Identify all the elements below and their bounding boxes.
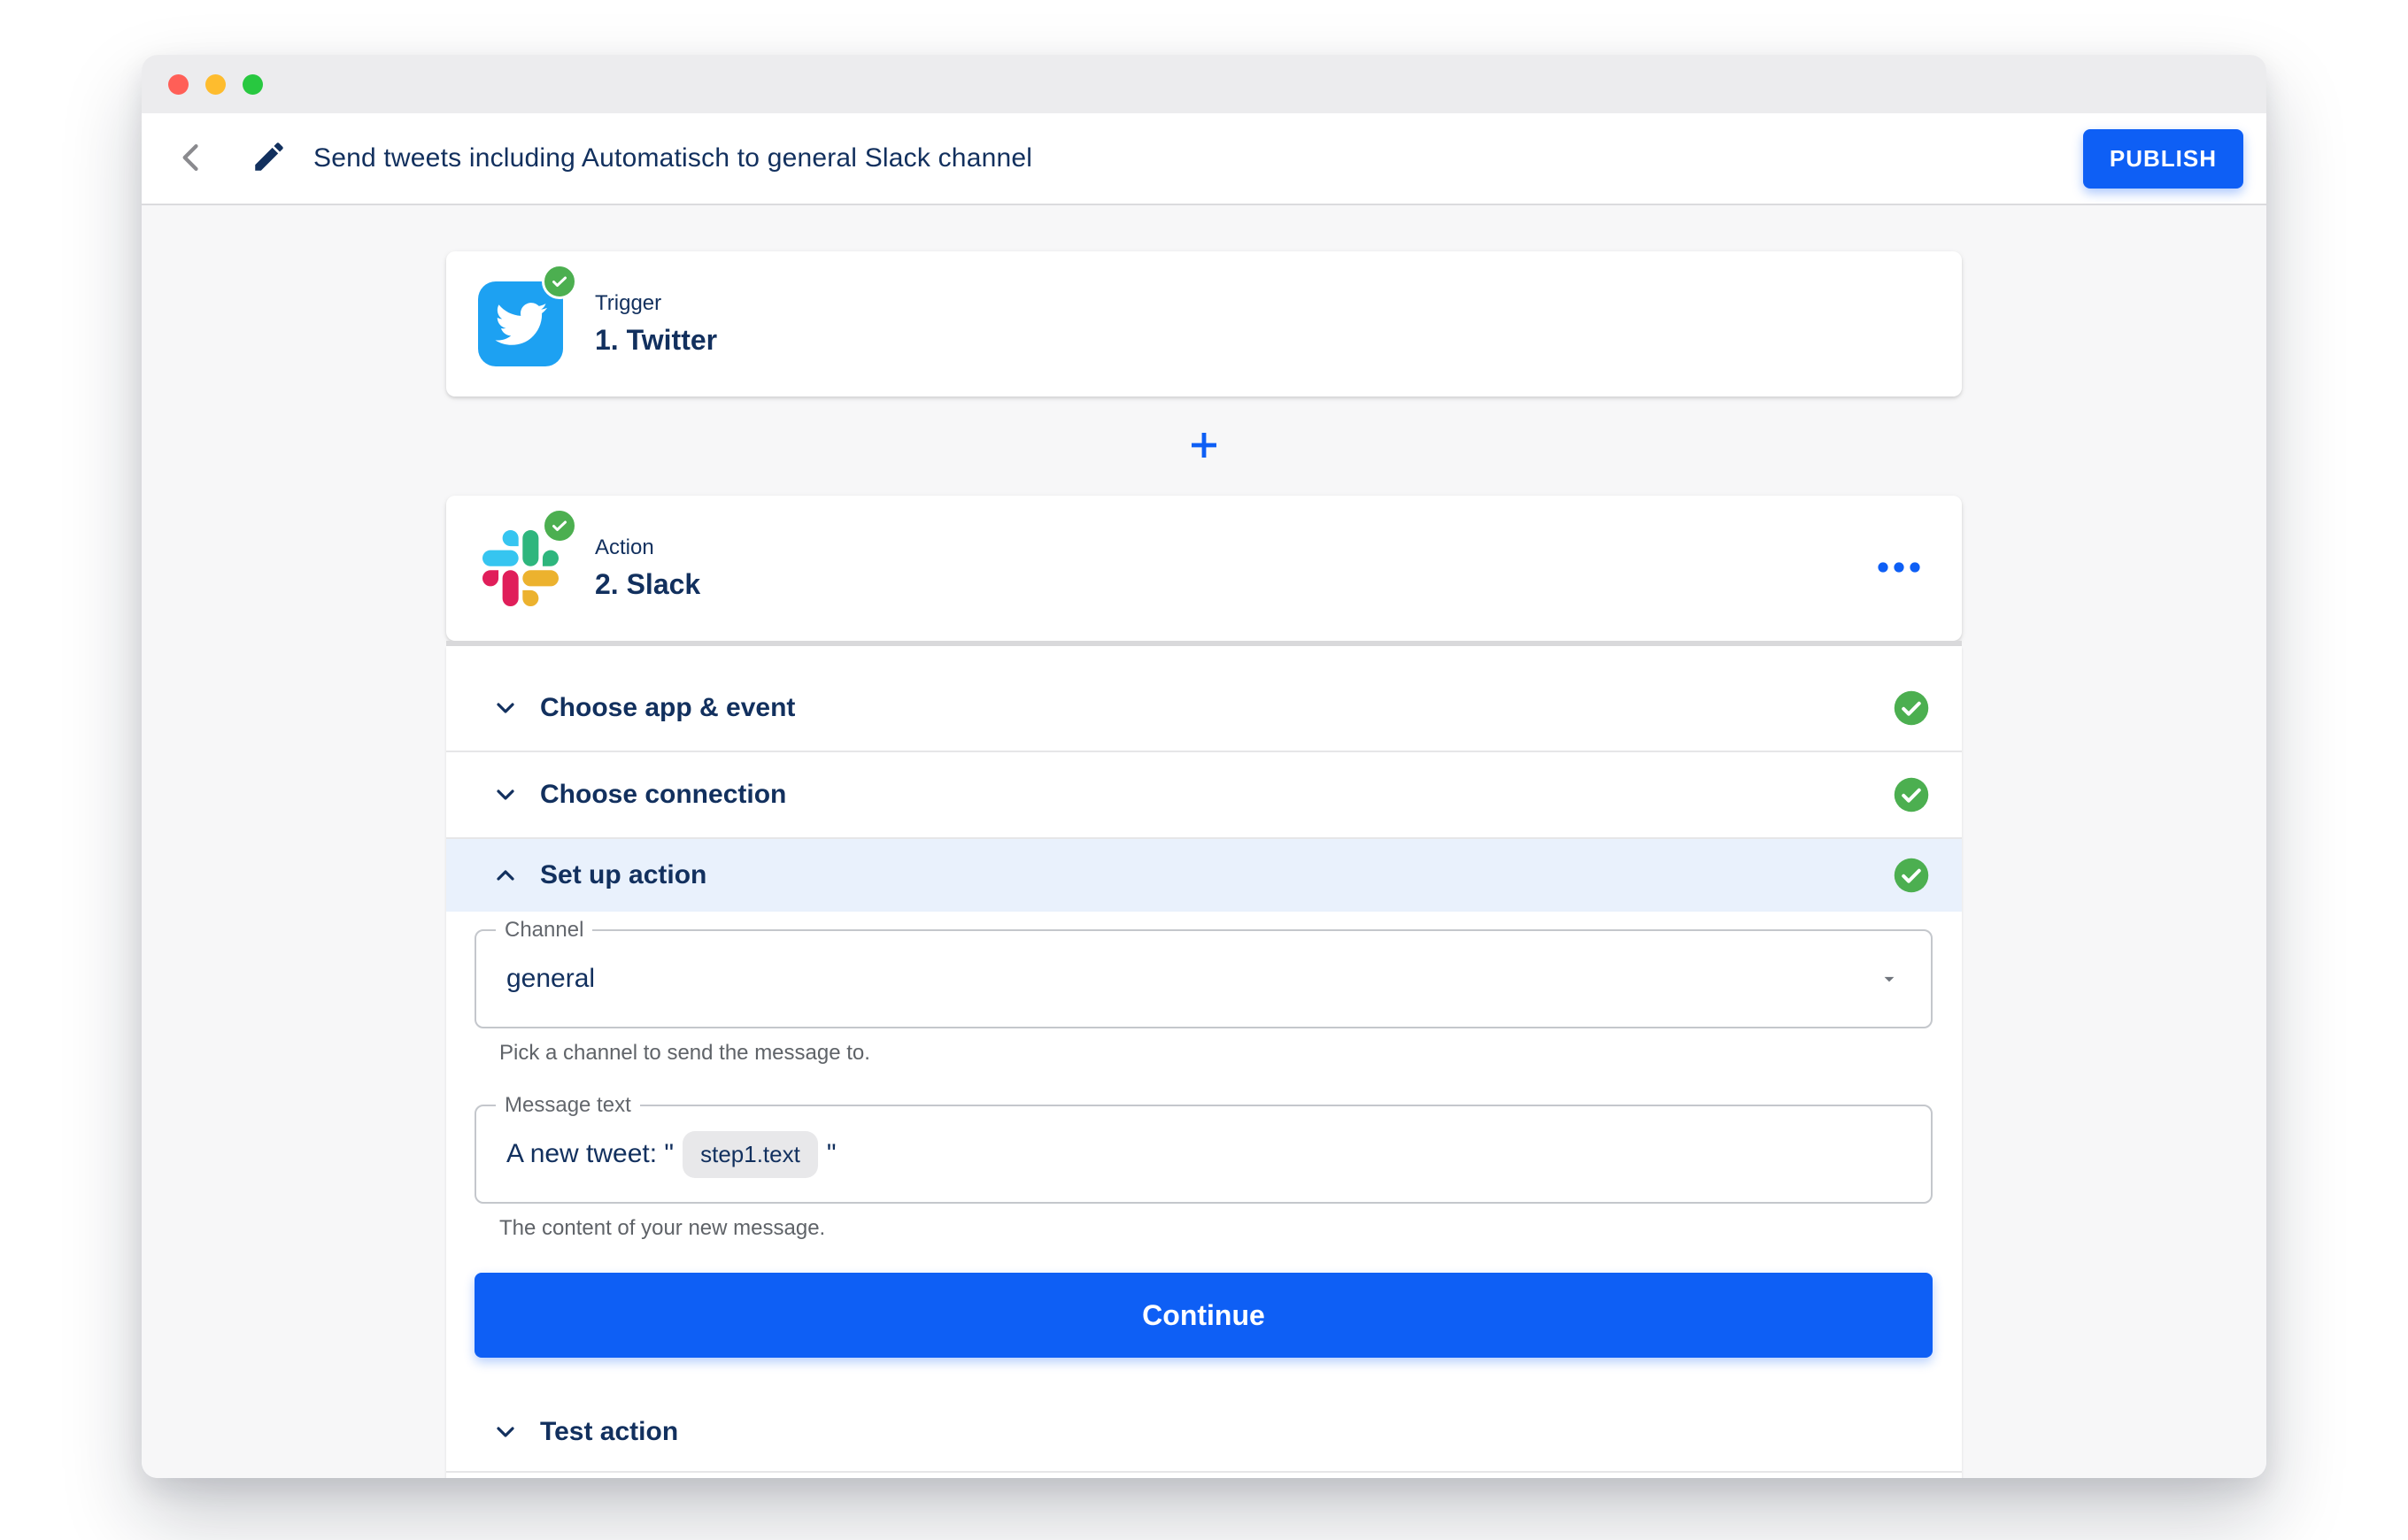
section-label: Choose connection [540, 780, 786, 810]
step-more-menu-button[interactable] [1868, 537, 1930, 599]
channel-select-label: Channel [496, 918, 592, 943]
message-text-suffix: " [827, 1139, 837, 1169]
action-step-title: 2. Slack [595, 568, 700, 601]
section-label: Set up action [540, 860, 706, 890]
chevron-left-icon [172, 138, 211, 180]
traffic-lights [168, 74, 263, 95]
section-completed-check-icon [1893, 857, 1930, 894]
zoom-window-button[interactable] [243, 74, 263, 95]
action-step-meta: Action 2. Slack [595, 535, 700, 601]
trigger-step-title: 1. Twitter [595, 324, 717, 357]
add-step-row [446, 397, 1962, 496]
flow-canvas: Trigger 1. Twitter [142, 205, 2266, 1478]
channel-helper-text: Pick a channel to send the message to. [499, 1041, 1933, 1066]
chevron-down-icon [490, 693, 521, 723]
message-text-label: Message text [496, 1093, 640, 1118]
chevron-down-icon [490, 1417, 521, 1447]
ellipsis-icon [1877, 561, 1921, 576]
plus-icon [1183, 424, 1225, 469]
edit-flow-name-button[interactable] [244, 134, 294, 183]
trigger-type-label: Trigger [595, 291, 717, 316]
trigger-app-icon-wrap [478, 281, 563, 366]
action-settings-card: Choose app & event Choose connection [446, 646, 1962, 1478]
pencil-icon [251, 138, 288, 180]
section-set-up-action[interactable]: Set up action [446, 839, 1962, 912]
back-button[interactable] [165, 132, 218, 185]
continue-button[interactable]: Continue [475, 1273, 1933, 1358]
app-window: Send tweets including Automatisch to gen… [142, 55, 2266, 1478]
window-titlebar [142, 55, 2266, 113]
action-completed-check-icon [542, 508, 577, 543]
publish-button[interactable]: PUBLISH [2083, 129, 2243, 189]
message-helper-text: The content of your new message. [499, 1216, 1933, 1241]
section-choose-app-event[interactable]: Choose app & event [446, 666, 1962, 751]
add-step-button[interactable] [1172, 414, 1236, 478]
channel-select-value: general [506, 964, 595, 994]
variable-chip[interactable]: step1.text [683, 1131, 818, 1178]
channel-select[interactable]: Channel general [475, 929, 1933, 1028]
trigger-step-meta: Trigger 1. Twitter [595, 291, 717, 357]
section-label: Test action [540, 1417, 678, 1447]
section-completed-check-icon [1893, 776, 1930, 813]
trigger-completed-check-icon [542, 264, 577, 299]
editor-header: Send tweets including Automatisch to gen… [142, 113, 2266, 205]
message-text-content: A new tweet: " step1.text " [506, 1131, 836, 1178]
section-test-action[interactable]: Test action [446, 1393, 1962, 1471]
chevron-down-icon [490, 780, 521, 810]
close-window-button[interactable] [168, 74, 189, 95]
action-step-card[interactable]: Action 2. Slack [446, 496, 1962, 641]
section-completed-check-icon [1893, 689, 1930, 727]
section-choose-connection[interactable]: Choose connection [446, 752, 1962, 837]
trigger-step-card[interactable]: Trigger 1. Twitter [446, 251, 1962, 397]
message-text-prefix: A new tweet: " [506, 1139, 674, 1169]
chevron-up-icon [490, 860, 521, 890]
caret-down-icon [1878, 967, 1901, 990]
setup-action-form: Channel general Pick a channel to send t… [446, 912, 1962, 1358]
section-label: Choose app & event [540, 693, 795, 723]
message-text-input[interactable]: Message text A new tweet: " step1.text " [475, 1105, 1933, 1204]
minimize-window-button[interactable] [205, 74, 226, 95]
flow-title[interactable]: Send tweets including Automatisch to gen… [313, 143, 1032, 173]
action-app-icon-wrap [478, 526, 563, 611]
action-type-label: Action [595, 535, 700, 560]
section-divider [446, 1471, 1962, 1473]
